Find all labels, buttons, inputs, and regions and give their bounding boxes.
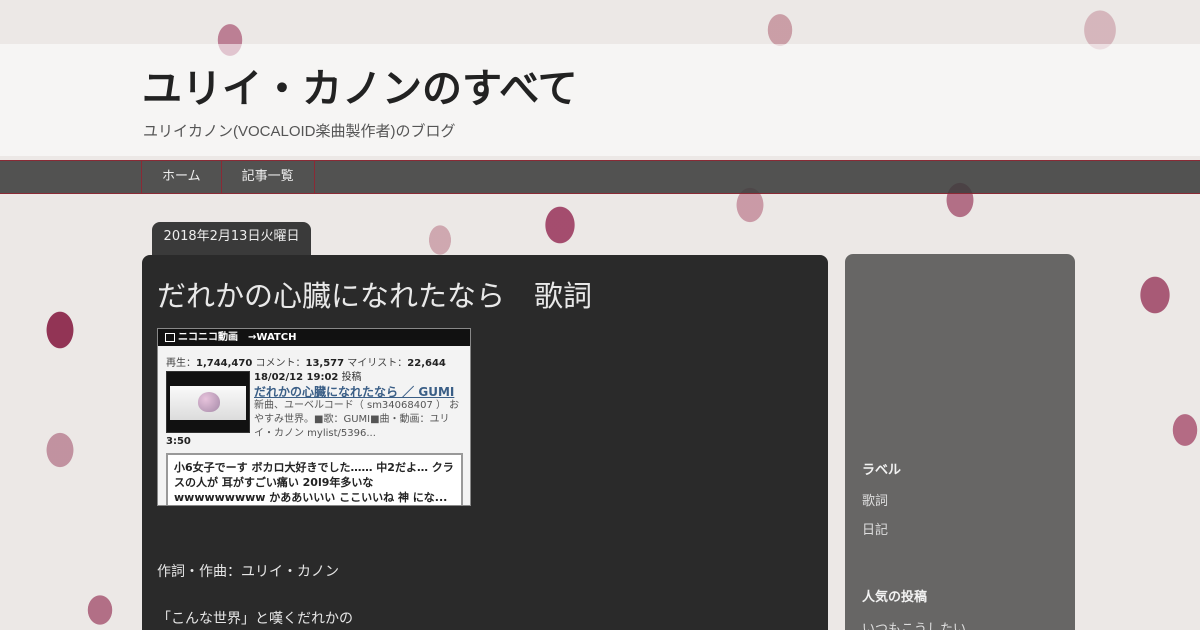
posted-date: 18/02/12 19:02 xyxy=(254,372,339,383)
comments-label: コメント： xyxy=(255,358,306,369)
crystal-heart-icon xyxy=(198,392,220,412)
popular-posts-heading: 人気の投稿 xyxy=(862,590,928,605)
blog-title[interactable]: ユリイ・カノンのすべて xyxy=(142,56,578,114)
nav-item-home[interactable]: ホーム xyxy=(141,161,221,193)
views-count: 1,744,470 xyxy=(196,358,253,369)
post-date-header: 2018年2月13日火曜日 xyxy=(152,222,311,256)
lyrics-credits: 作詞・作曲：ユリイ・カノン xyxy=(157,564,339,580)
niconico-brand: ニコニコ動画 xyxy=(178,332,238,343)
labels-heading: ラベル xyxy=(862,463,902,478)
video-description: 新曲、ユーベルコード（ sm34068407 ） おやすみ世界。■歌：GUMI■… xyxy=(254,400,460,439)
main-post-panel: だれかの心臓になれたなら 歌詞 ニコニコ動画 →WATCH 再生：1,744,4… xyxy=(142,255,828,630)
label-link-lyrics[interactable]: 歌詞 xyxy=(862,490,888,509)
video-thumbnail[interactable] xyxy=(166,371,250,433)
mylist-label: マイリスト： xyxy=(347,358,408,369)
video-duration: 3:50 xyxy=(166,436,191,447)
video-stats: 再生：1,744,470 コメント：13,577 マイリスト：22,644 xyxy=(166,354,470,369)
popular-post-link[interactable]: いつもこうしたい xyxy=(862,618,966,630)
label-link-diary[interactable]: 日記 xyxy=(862,519,888,538)
video-info: 18/02/12 19:02 投稿 だれかの心臓になれたなら ／ GUMI 新曲… xyxy=(254,371,466,441)
sidebar: ラベル 歌詞 日記 人気の投稿 いつもこうしたい xyxy=(845,254,1075,630)
niconico-video-embed[interactable]: ニコニコ動画 →WATCH 再生：1,744,470 コメント：13,577 マ… xyxy=(157,328,471,506)
posted-label: 投稿 xyxy=(341,372,362,383)
comment-preview: 小6女子でーす ボカロ大好きでした…… 中2だよ… クラスの人が 耳がすごい痛い… xyxy=(166,453,463,505)
comments-count: 13,577 xyxy=(305,358,345,369)
nav-items: ホーム 記事一覧 xyxy=(141,161,315,193)
lyrics-line: 「こんな世界」と嘆くだれかの xyxy=(157,611,353,627)
niconico-header: ニコニコ動画 →WATCH xyxy=(158,329,470,346)
watch-link[interactable]: →WATCH xyxy=(248,329,296,346)
navigation-bar: ホーム 記事一覧 xyxy=(0,160,1200,194)
blog-description: ユリイカノン(VOCALOID楽曲製作者)のブログ xyxy=(143,123,456,140)
niconico-logo: ニコニコ動画 xyxy=(165,329,238,346)
posted-line: 18/02/12 19:02 投稿 xyxy=(254,371,466,385)
thumbnail-image xyxy=(170,386,246,420)
mylist-count: 22,644 xyxy=(407,358,446,369)
tv-icon xyxy=(165,332,175,342)
post-title[interactable]: だれかの心臓になれたなら 歌詞 xyxy=(157,273,592,315)
video-title-link[interactable]: だれかの心臓になれたなら ／ GUMI xyxy=(254,385,466,399)
views-label: 再生： xyxy=(166,358,196,369)
nav-item-article-list[interactable]: 記事一覧 xyxy=(220,161,315,193)
